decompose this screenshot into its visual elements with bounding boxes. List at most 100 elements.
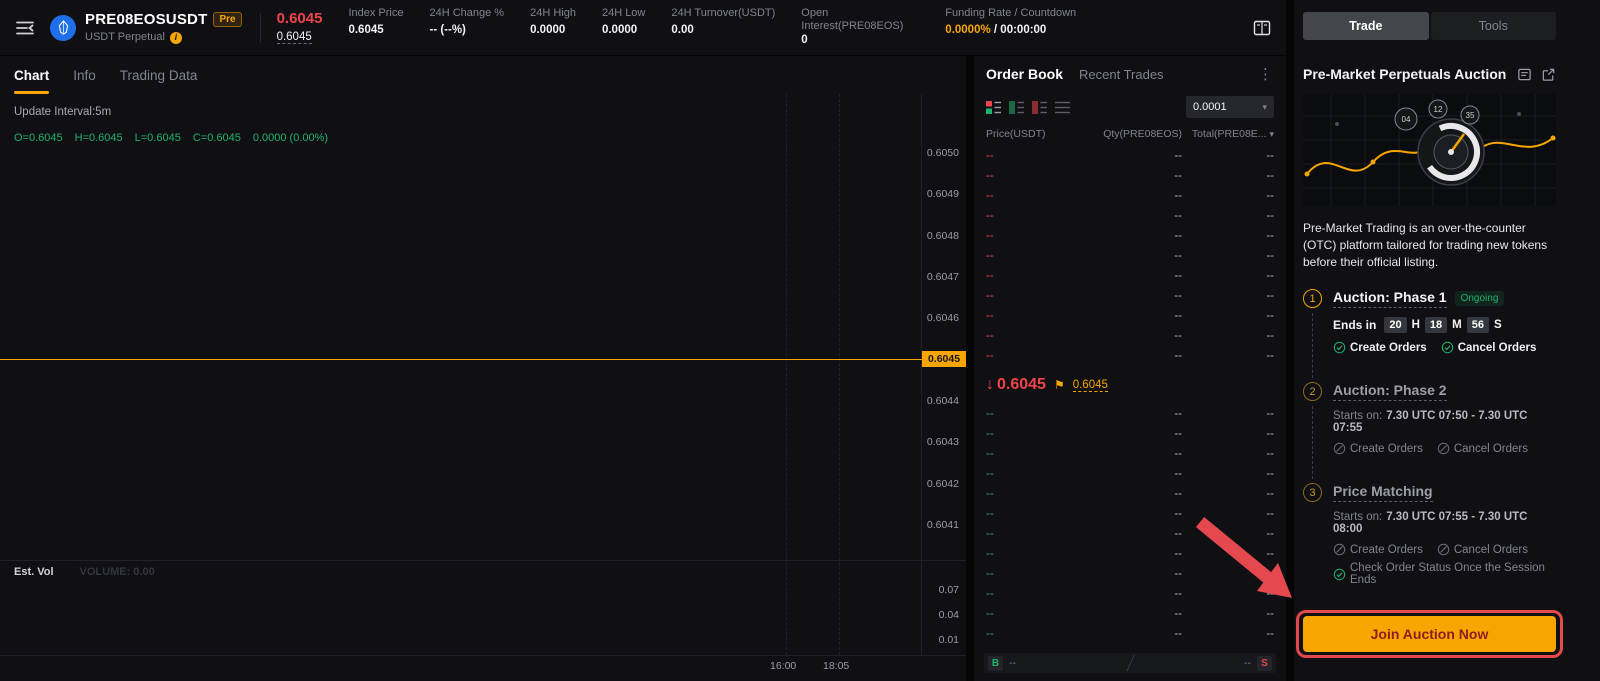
chart-gridline bbox=[786, 94, 787, 655]
bid-row[interactable]: ------ bbox=[974, 444, 1286, 464]
bid-qty: -- bbox=[1072, 428, 1182, 440]
tab-order-book[interactable]: Order Book bbox=[986, 66, 1063, 82]
ohlc-low: L=0.6045 bbox=[135, 132, 181, 144]
orderbook-view-sell-icon[interactable] bbox=[1032, 100, 1047, 115]
bid-row[interactable]: ------ bbox=[974, 484, 1286, 504]
tick-size-select[interactable]: 0.0001 ▾ bbox=[1186, 96, 1274, 118]
top-bar: PRE08EOSUSDT Pre USDT Perpetual i 0.6045… bbox=[0, 0, 1286, 55]
buy-badge: B bbox=[988, 656, 1003, 671]
bid-row[interactable]: ------ bbox=[974, 624, 1286, 644]
ask-row[interactable]: ------ bbox=[974, 346, 1286, 366]
phase-rule-item: Create Orders bbox=[1333, 543, 1423, 556]
ask-row[interactable]: ------ bbox=[974, 206, 1286, 226]
ask-total: -- bbox=[1182, 310, 1274, 322]
mark-price[interactable]: 0.6045 bbox=[277, 31, 312, 44]
depth-divider bbox=[1126, 655, 1134, 671]
orderbook-last-price[interactable]: ↓ 0.6045 bbox=[986, 376, 1046, 394]
phase-2-title[interactable]: Auction: Phase 2 bbox=[1333, 382, 1447, 401]
bid-price: -- bbox=[986, 448, 1072, 460]
bid-row[interactable]: ------ bbox=[974, 604, 1286, 624]
bid-row[interactable]: ------ bbox=[974, 544, 1286, 564]
flag-icon[interactable]: ⚑ bbox=[1054, 378, 1065, 392]
pane-separator[interactable] bbox=[0, 560, 966, 561]
volume-value-label: VOLUME: 0.00 bbox=[80, 566, 155, 578]
bid-row[interactable]: ------ bbox=[974, 564, 1286, 584]
ask-row[interactable]: ------ bbox=[974, 146, 1286, 166]
tab-chart[interactable]: Chart bbox=[14, 56, 49, 94]
coin-logo bbox=[50, 15, 76, 41]
info-icon[interactable]: i bbox=[170, 32, 182, 44]
phase-2-rules: Create OrdersCancel Orders bbox=[1333, 442, 1556, 455]
bid-qty: -- bbox=[1072, 408, 1182, 420]
ask-total: -- bbox=[1182, 350, 1274, 362]
bid-row[interactable]: ------ bbox=[974, 524, 1286, 544]
panel-layout-icon[interactable] bbox=[1252, 18, 1272, 38]
buy-depth-value: -- bbox=[1009, 657, 1016, 669]
more-menu-icon[interactable]: ⋮ bbox=[1258, 65, 1274, 83]
bid-row[interactable]: ------ bbox=[974, 404, 1286, 424]
phase-rule-item: Cancel Orders bbox=[1437, 543, 1528, 556]
ask-row[interactable]: ------ bbox=[974, 226, 1286, 246]
orderbook-view-buy-icon[interactable] bbox=[1009, 100, 1024, 115]
phase-rule-item: Check Order Status Once the Session Ends bbox=[1333, 562, 1556, 586]
funding-separator: / bbox=[991, 24, 1001, 36]
bid-row[interactable]: ------ bbox=[974, 504, 1286, 524]
join-auction-area: Join Auction Now bbox=[1303, 616, 1556, 652]
phase-3-number: 3 bbox=[1303, 483, 1322, 502]
ask-price: -- bbox=[986, 170, 1072, 182]
tab-trading-data[interactable]: Trading Data bbox=[120, 56, 198, 94]
stat-index-price: Index Price 0.6045 bbox=[348, 7, 403, 38]
symbol-name[interactable]: PRE08EOSUSDT bbox=[85, 11, 207, 28]
bid-price: -- bbox=[986, 428, 1072, 440]
ask-qty: -- bbox=[1072, 190, 1182, 202]
phase-2-number: 2 bbox=[1303, 382, 1322, 401]
join-auction-button[interactable]: Join Auction Now bbox=[1303, 616, 1556, 652]
svg-text:04: 04 bbox=[1402, 115, 1411, 124]
countdown-minutes: 18 bbox=[1425, 317, 1447, 333]
slash-circle-icon bbox=[1437, 543, 1450, 556]
depth-ratio-bar[interactable]: B -- -- S bbox=[984, 653, 1276, 673]
tools-toggle-button[interactable]: Tools bbox=[1431, 12, 1557, 40]
bid-row[interactable]: ------ bbox=[974, 424, 1286, 444]
direction-down-icon: ↓ bbox=[986, 376, 994, 394]
price-chart[interactable]: Update Interval:5m O=0.6045 H=0.6045 L=0… bbox=[0, 94, 966, 681]
price-axis[interactable]: 0.60500.60490.60480.60470.60460.60450.60… bbox=[927, 147, 959, 531]
ask-price: -- bbox=[986, 270, 1072, 282]
ask-row[interactable]: ------ bbox=[974, 306, 1286, 326]
orderbook-view-split-icon[interactable] bbox=[986, 100, 1001, 115]
bid-row[interactable]: ------ bbox=[974, 584, 1286, 604]
ask-row[interactable]: ------ bbox=[974, 266, 1286, 286]
volume-axis[interactable]: 0.070.040.01 bbox=[939, 584, 959, 646]
bid-row[interactable]: ------ bbox=[974, 464, 1286, 484]
ask-row[interactable]: ------ bbox=[974, 166, 1286, 186]
price-axis-border bbox=[921, 94, 922, 655]
bids-list: ----------------------------------------… bbox=[974, 404, 1286, 644]
tab-recent-trades[interactable]: Recent Trades bbox=[1079, 67, 1164, 82]
ask-row[interactable]: ------ bbox=[974, 326, 1286, 346]
bid-total: -- bbox=[1182, 568, 1274, 580]
phase-1-title[interactable]: Auction: Phase 1 bbox=[1333, 289, 1447, 308]
phase-3-title[interactable]: Price Matching bbox=[1333, 483, 1433, 502]
orderbook-mark-price[interactable]: 0.6045 bbox=[1073, 379, 1108, 392]
auction-details-icon[interactable] bbox=[1517, 67, 1532, 82]
bid-qty: -- bbox=[1072, 628, 1182, 640]
bid-qty: -- bbox=[1072, 508, 1182, 520]
phase-2: 2 Auction: Phase 2 Starts on:7.30 UTC 07… bbox=[1303, 382, 1556, 483]
bid-total: -- bbox=[1182, 508, 1274, 520]
ongoing-badge: Ongoing bbox=[1455, 291, 1505, 306]
external-link-icon[interactable] bbox=[1541, 67, 1556, 82]
orderbook-header: Order Book Recent Trades ⋮ bbox=[974, 56, 1286, 92]
ask-row[interactable]: ------ bbox=[974, 286, 1286, 306]
menu-icon[interactable] bbox=[14, 17, 36, 39]
time-axis[interactable]: 16:0018:05 bbox=[0, 660, 966, 676]
orderbook-view-list-icon[interactable] bbox=[1055, 100, 1070, 115]
ask-qty: -- bbox=[1072, 210, 1182, 222]
ask-row[interactable]: ------ bbox=[974, 246, 1286, 266]
ask-price: -- bbox=[986, 230, 1072, 242]
tab-info[interactable]: Info bbox=[73, 56, 96, 94]
orderbook-column-headers: Price(USDT) Qty(PRE08EOS) Total(PRE08E..… bbox=[974, 122, 1286, 146]
ask-row[interactable]: ------ bbox=[974, 186, 1286, 206]
auction-banner-image: 04 12 35 bbox=[1303, 94, 1556, 206]
trade-toggle-button[interactable]: Trade bbox=[1303, 12, 1429, 40]
col-total[interactable]: Total(PRE08E... ▾ bbox=[1182, 128, 1274, 140]
